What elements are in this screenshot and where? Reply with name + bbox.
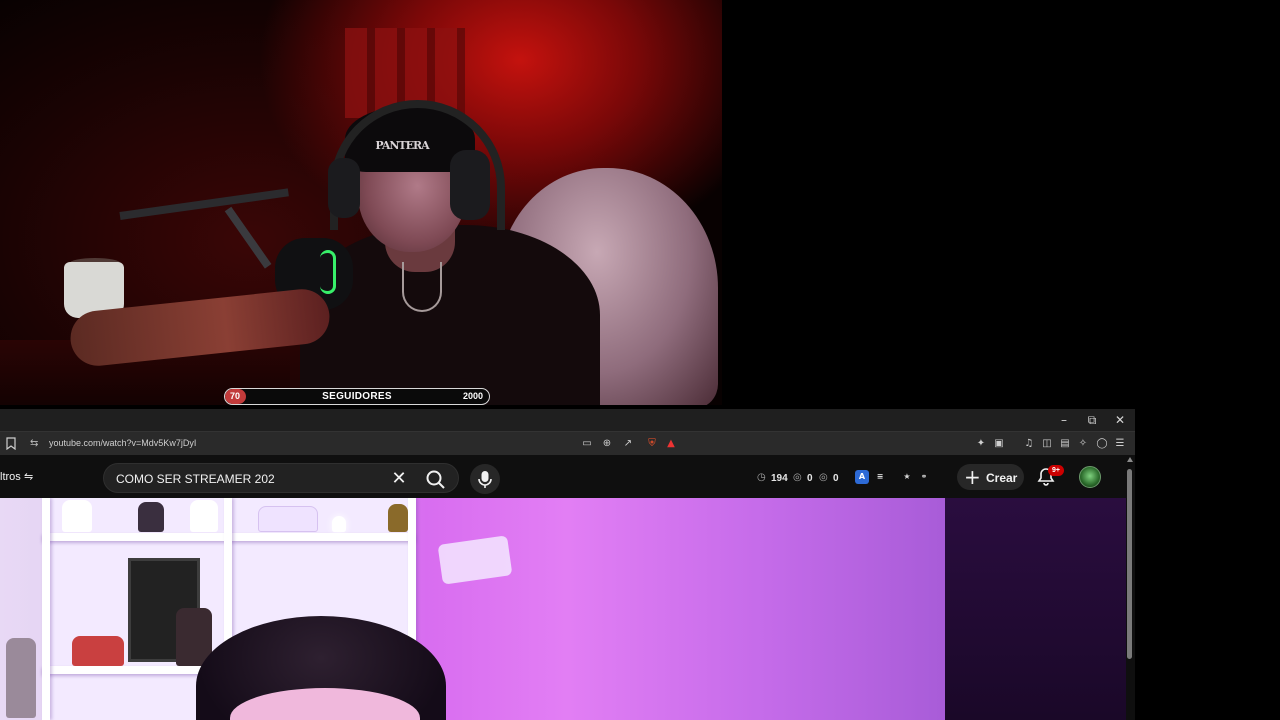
extensions-icon[interactable]: ✦ [974, 437, 988, 451]
browser-window: – ⧉ ✕ ⇆ youtube.com/watch?v=Mdv5Kw7jDyI … [0, 409, 1135, 720]
shelf-figure [388, 504, 408, 532]
follower-goal-target: 2000 [462, 391, 483, 401]
plus-icon: + [964, 465, 981, 489]
search-icon[interactable] [422, 467, 450, 491]
minimize-icon[interactable]: – [1055, 411, 1073, 429]
clear-search-icon[interactable]: ✕ [389, 469, 409, 489]
follower-goal-bar: 70 SEGUIDORES 2000 [224, 388, 490, 405]
vpn-icon[interactable]: ◯ [1095, 437, 1109, 451]
media-icon[interactable]: ♫ [1022, 437, 1036, 451]
mic-arm-joint [224, 206, 272, 269]
headphone-cup-right [450, 150, 490, 220]
shelf-figure [72, 636, 124, 666]
notifications-badge: 9+ [1048, 465, 1064, 476]
headphone-cup-left [328, 158, 360, 218]
video-dark-corner [945, 498, 1126, 720]
mic-arm [119, 188, 289, 220]
bookmark-icon[interactable] [6, 437, 16, 450]
filters-icon[interactable]: ⇋ [24, 470, 33, 483]
shelf-post [42, 498, 50, 720]
restore-icon[interactable]: ⧉ [1083, 411, 1101, 429]
extension-trophy-icon[interactable]: ★ [900, 470, 914, 484]
shelf-figure [190, 500, 218, 532]
video-player[interactable] [0, 498, 1126, 720]
shelf-figure [62, 500, 92, 532]
window-titlebar: – ⧉ ✕ [0, 409, 1135, 431]
shelf-figure [6, 638, 36, 718]
wallet-icon[interactable]: ▤ [1058, 437, 1072, 451]
necklace [402, 262, 442, 312]
webcam-overlay: PANTERA [0, 0, 722, 405]
screenshot-icon[interactable]: ▣ [992, 437, 1006, 451]
brave-rewards-icon[interactable]: ▲ [664, 437, 678, 451]
close-window-icon[interactable]: ✕ [1111, 411, 1129, 429]
stat-watchers-value: 0 [833, 473, 839, 484]
address-bar: ⇆ youtube.com/watch?v=Mdv5Kw7jDyI ▭ ⊕ ↗ … [0, 431, 1135, 455]
stat-views-value: 0 [807, 473, 813, 484]
create-button[interactable]: + Crear [957, 464, 1024, 490]
voice-search-icon[interactable] [470, 464, 500, 494]
clock-icon: ◷ [757, 472, 766, 483]
extension-link-icon[interactable]: ⚭ [917, 470, 931, 484]
search-box: ✕ [103, 463, 459, 493]
youtube-topbar: ltros ⇋ ✕ ◷ 194 ◎ 0 ◎ 0 A ≡ ★ ⚭ + Crear [0, 455, 1135, 498]
watchers-icon: ◎ [819, 472, 828, 483]
shelf-figure [138, 502, 164, 532]
sidebar-icon[interactable]: ◫ [1040, 437, 1054, 451]
filters-label[interactable]: ltros [0, 471, 21, 483]
site-settings-icon[interactable]: ⇆ [30, 438, 42, 450]
url-text[interactable]: youtube.com/watch?v=Mdv5Kw7jDyI [49, 438, 196, 448]
brave-shield-icon[interactable]: ⛨ [645, 437, 659, 451]
channel-avatar[interactable] [1079, 466, 1101, 488]
extension-translate-icon[interactable]: A [855, 470, 869, 484]
microphone-led [320, 250, 336, 294]
create-button-label: Crear [986, 471, 1018, 485]
search-input[interactable] [116, 470, 386, 488]
eye-icon: ◎ [793, 472, 802, 483]
extension-list-icon[interactable]: ≡ [873, 470, 887, 484]
stat-clock-value: 194 [771, 473, 788, 484]
menu-icon[interactable]: ☰ [1113, 437, 1127, 451]
zoom-icon[interactable]: ⊕ [600, 437, 614, 451]
scrollbar-thumb[interactable] [1127, 469, 1132, 659]
cast-icon[interactable]: ▭ [580, 437, 594, 451]
scroll-up-icon[interactable] [1127, 457, 1133, 462]
page-scrollbar[interactable] [1126, 457, 1133, 720]
share-icon[interactable]: ↗ [621, 437, 635, 451]
shelf-box [258, 506, 318, 532]
follower-goal-label: SEGUIDORES [322, 391, 392, 402]
shelf-light [332, 516, 346, 532]
leo-ai-icon[interactable]: ✧ [1076, 437, 1090, 451]
